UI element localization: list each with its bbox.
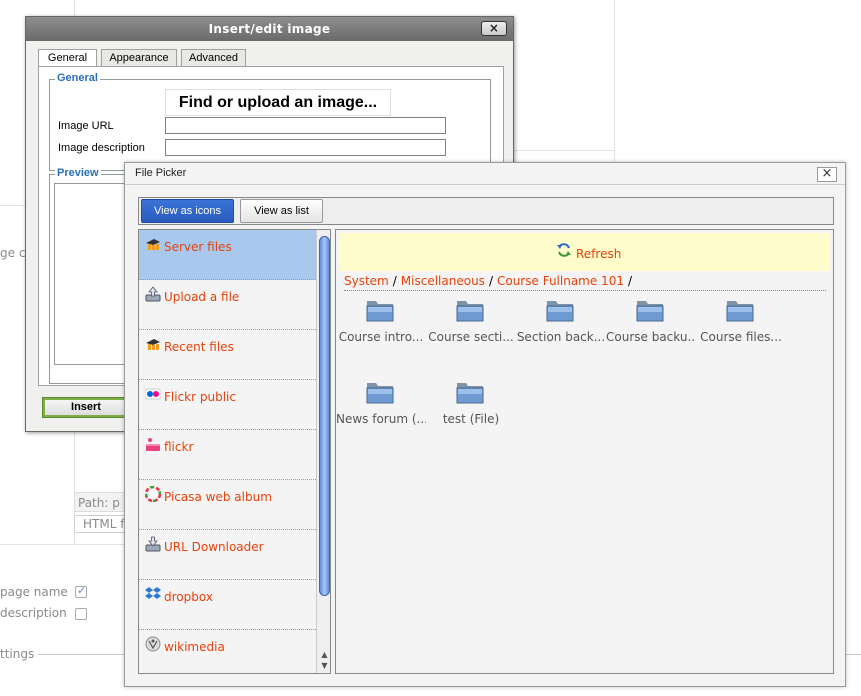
download-icon	[145, 536, 161, 552]
repo-flickr[interactable]: flickr	[139, 430, 316, 480]
dialog-titlebar[interactable]: Insert/edit image ×	[26, 17, 513, 41]
folder-icon	[636, 301, 664, 322]
image-url-input[interactable]	[165, 117, 446, 134]
breadcrumb-separator: /	[392, 274, 397, 288]
repo-label: URL Downloader	[164, 540, 264, 554]
file-item[interactable]: News forum (...	[336, 380, 426, 440]
html-source-button[interactable]: HTML f	[74, 515, 130, 533]
settings-legend: ttings	[0, 647, 39, 661]
page-name-label: page name	[0, 585, 68, 599]
dialog-title: Insert/edit image	[208, 22, 331, 36]
file-picker-title: File Picker	[135, 167, 187, 179]
file-name: Course files...	[700, 330, 782, 344]
repo-upload-file[interactable]: Upload a file	[139, 280, 316, 330]
repo-url-downloader[interactable]: URL Downloader	[139, 530, 316, 580]
repo-label: Recent files	[164, 340, 234, 354]
repo-wikimedia[interactable]: wikimedia	[139, 630, 316, 673]
flickr-icon	[146, 438, 160, 451]
breadcrumb-separator: /	[488, 274, 493, 288]
tab-appearance[interactable]: Appearance	[101, 49, 177, 67]
file-picker-close-button[interactable]: ×	[817, 167, 837, 182]
repo-dropbox[interactable]: dropbox	[139, 580, 316, 630]
editor-path-bar: Path: p	[74, 492, 130, 512]
repo-flickr-public[interactable]: Flickr public	[139, 380, 316, 430]
find-upload-image-button[interactable]: Find or upload an image...	[165, 89, 391, 116]
breadcrumb-miscellaneous[interactable]: Miscellaneous	[401, 274, 485, 288]
repo-label: Flickr public	[164, 390, 236, 404]
refresh-bar[interactable]: Refresh	[339, 233, 830, 271]
folder-icon	[546, 301, 574, 322]
repo-label: wikimedia	[164, 640, 225, 654]
breadcrumb-separator: /	[627, 274, 633, 288]
file-browser: Refresh System / Miscellaneous / Course Full…	[335, 229, 834, 674]
file-name: Course intro...	[338, 330, 424, 344]
file-name: test (File)	[442, 412, 500, 426]
moodle-icon	[146, 239, 160, 250]
view-toolbar: View as icons View as list	[138, 197, 834, 225]
file-item[interactable]: test (File)	[426, 380, 516, 440]
page-divider	[0, 544, 124, 545]
file-name: Section back...	[516, 330, 606, 344]
folder-icon	[456, 383, 484, 404]
description-checkbox[interactable]	[75, 608, 87, 620]
page-name-checkbox[interactable]	[75, 584, 87, 598]
repo-label: Upload a file	[164, 290, 240, 304]
insert-button[interactable]: Insert	[42, 397, 130, 418]
repo-recent-files[interactable]: Recent files	[139, 330, 316, 380]
repo-picasa[interactable]: Picasa web album	[139, 480, 316, 530]
breadcrumb: System / Miscellaneous / Course Fullname 101…	[344, 274, 826, 291]
refresh-label: Refresh	[576, 247, 622, 261]
file-item[interactable]: Section back...	[516, 298, 606, 358]
view-as-icons-button[interactable]: View as icons	[141, 199, 234, 223]
view-as-list-button[interactable]: View as list	[240, 199, 323, 223]
file-name: Course backu...	[606, 330, 696, 344]
repository-scrollbar[interactable]: ▲ ▼	[316, 230, 330, 673]
image-description-input[interactable]	[165, 139, 446, 156]
dialog-close-button[interactable]: ×	[481, 21, 507, 36]
file-name: Course secti...	[428, 330, 514, 344]
scroll-down-arrow[interactable]: ▼	[319, 661, 330, 671]
page-divider	[514, 150, 614, 151]
upload-icon	[145, 286, 161, 302]
dropbox-icon	[145, 587, 161, 599]
preview-legend: Preview	[55, 167, 101, 179]
file-name: News forum (...	[336, 412, 426, 426]
wikimedia-icon	[145, 636, 161, 652]
file-item[interactable]: Course secti...	[426, 298, 516, 358]
file-item[interactable]: Course backu...	[606, 298, 696, 358]
moodle-icon	[146, 339, 160, 350]
page-column-line	[614, 0, 615, 162]
breadcrumb-course[interactable]: Course Fullname 101	[497, 274, 624, 288]
image-url-label: Image URL	[58, 120, 114, 132]
folder-icon	[366, 301, 394, 322]
repository-list: Server files Upload a file Recent files …	[138, 229, 331, 674]
repo-label: Server files	[164, 240, 232, 254]
file-picker-titlebar[interactable]: File Picker	[125, 163, 845, 185]
folder-icon	[726, 301, 754, 322]
flickr-icon	[145, 388, 161, 400]
repo-label: dropbox	[164, 590, 213, 604]
repo-label: flickr	[164, 440, 194, 454]
scrollbar-thumb[interactable]	[319, 236, 330, 596]
folder-icon	[366, 383, 394, 404]
tab-advanced[interactable]: Advanced	[181, 49, 246, 67]
repo-label: Picasa web album	[164, 490, 272, 504]
image-description-label: Image description	[58, 142, 145, 154]
general-legend: General	[55, 72, 100, 84]
folder-icon	[456, 301, 484, 322]
refresh-icon	[557, 243, 571, 257]
file-item[interactable]: Course files...	[696, 298, 786, 358]
breadcrumb-system[interactable]: System	[344, 274, 389, 288]
repo-server-files[interactable]: Server files	[139, 230, 316, 280]
file-picker-dialog: File Picker × View as icons View as list…	[124, 162, 846, 687]
scroll-up-arrow[interactable]: ▲	[319, 650, 330, 660]
picasa-icon	[145, 486, 161, 502]
description-label: description	[0, 606, 67, 620]
file-item[interactable]: Course intro...	[336, 298, 426, 358]
